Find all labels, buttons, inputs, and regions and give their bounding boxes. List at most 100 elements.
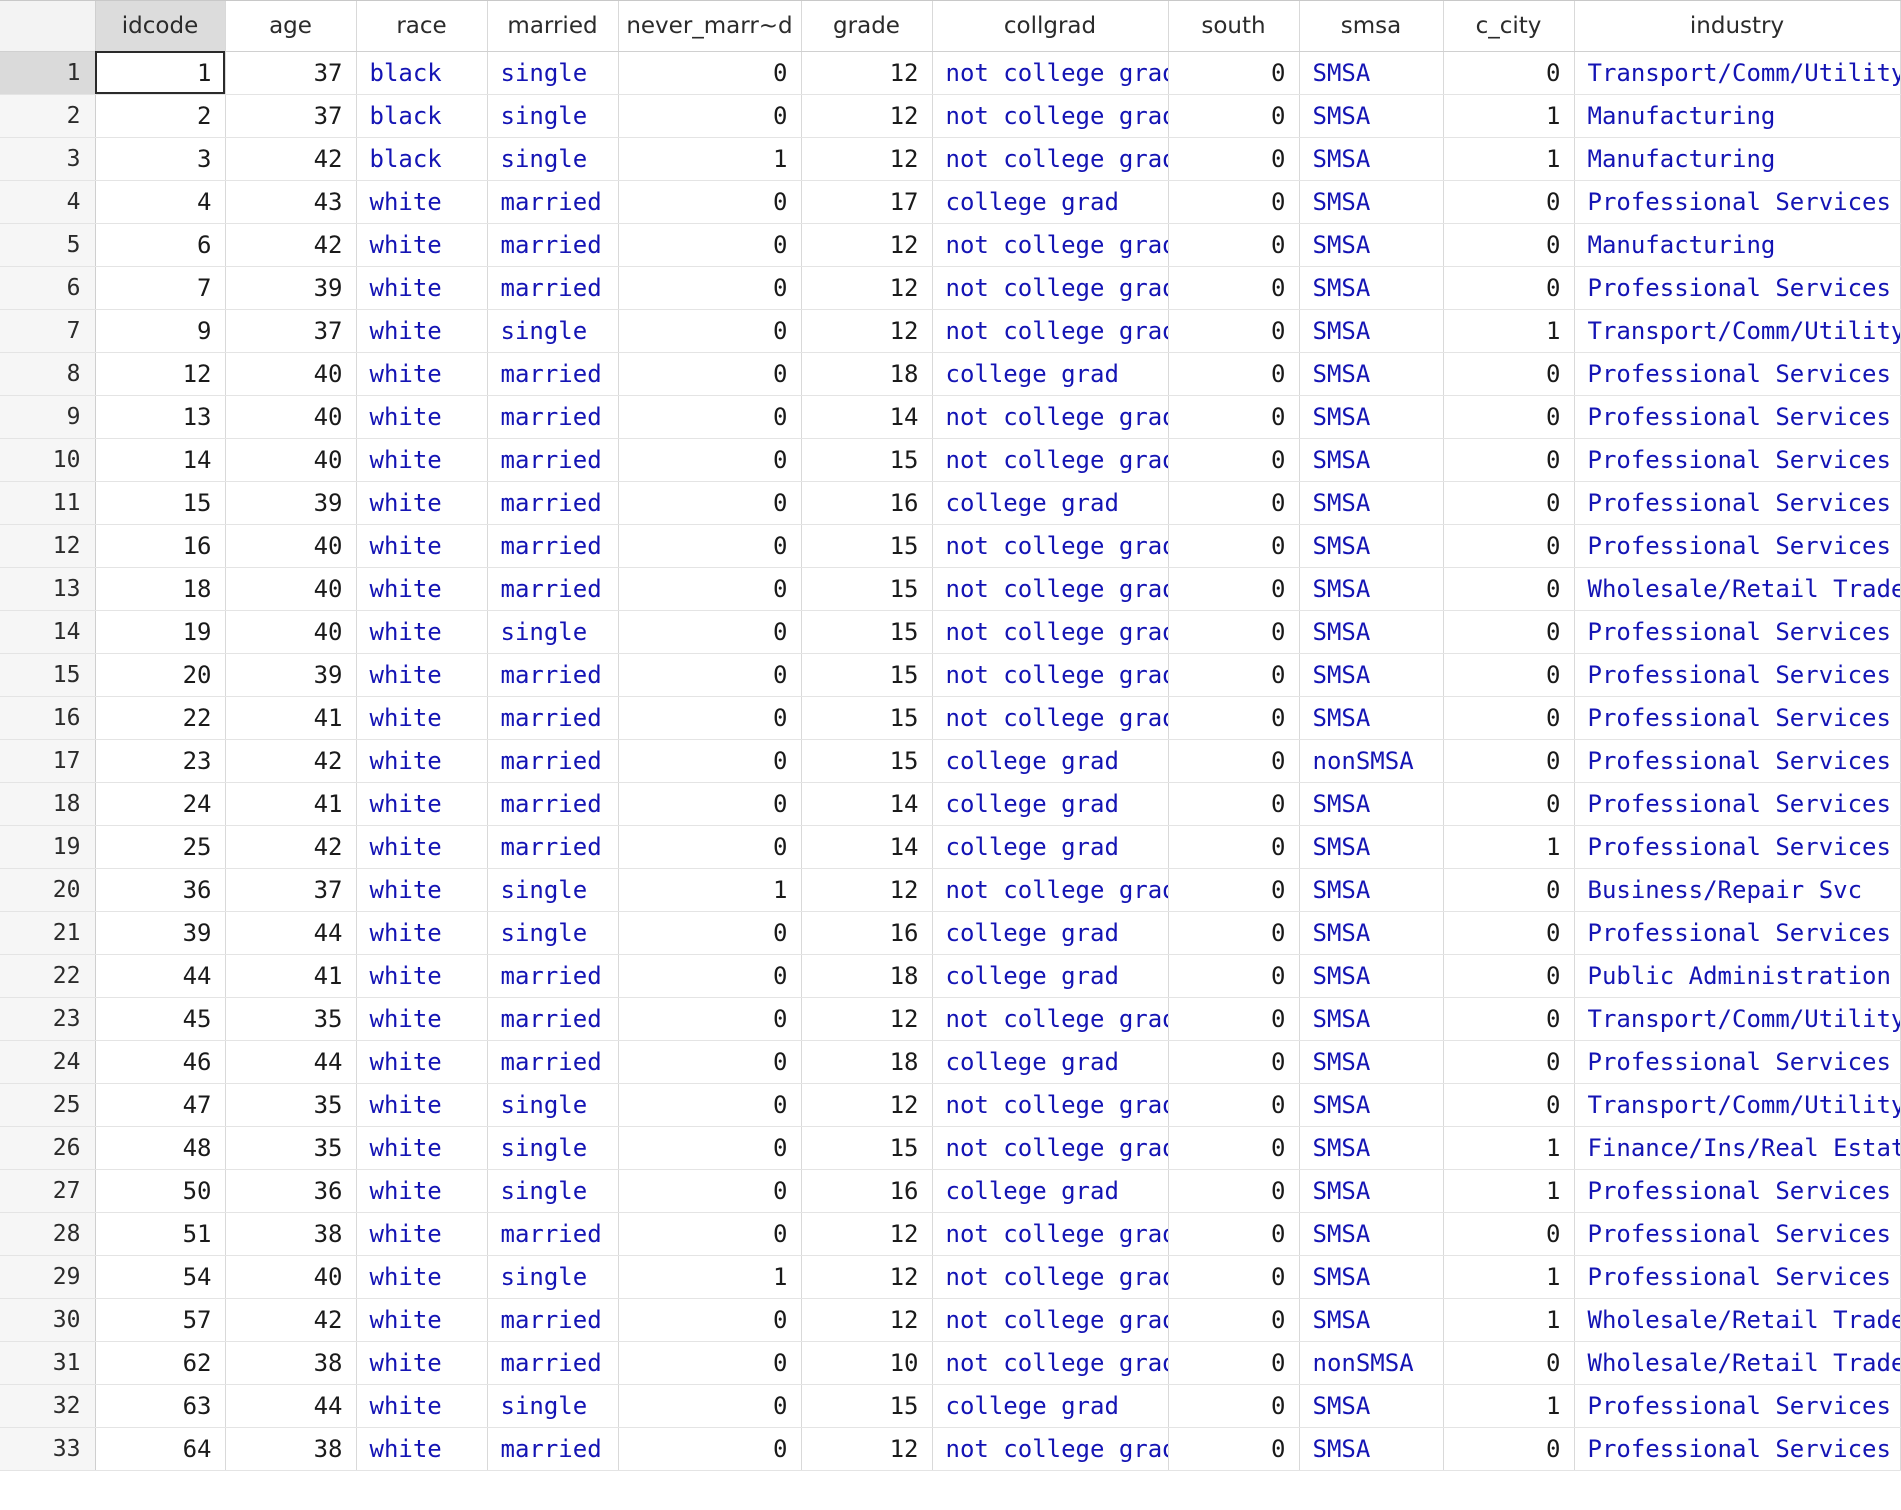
- cell-idcode[interactable]: 19: [95, 610, 226, 654]
- cell-married[interactable]: married: [487, 954, 619, 998]
- cell-smsa[interactable]: SMSA: [1299, 1083, 1444, 1127]
- cell-smsa[interactable]: SMSA: [1299, 782, 1444, 826]
- cell-grade[interactable]: 12: [801, 1298, 933, 1342]
- cell-idcode[interactable]: 36: [95, 868, 226, 912]
- cell-race[interactable]: white: [356, 868, 488, 912]
- column-header-c-city[interactable]: c_city: [1443, 1, 1575, 52]
- cell-race[interactable]: white: [356, 567, 488, 611]
- cell-idcode[interactable]: 48: [95, 1126, 226, 1170]
- cell-c-city[interactable]: 0: [1443, 266, 1575, 310]
- cell-south[interactable]: 0: [1168, 481, 1300, 525]
- cell-race[interactable]: white: [356, 481, 488, 525]
- cell-industry[interactable]: Wholesale/Retail Trade: [1574, 567, 1901, 611]
- cell-married[interactable]: married: [487, 1212, 619, 1256]
- cell-age[interactable]: 40: [225, 395, 357, 439]
- row-number[interactable]: 12: [0, 524, 96, 568]
- cell-race[interactable]: white: [356, 524, 488, 568]
- cell-collgrad[interactable]: not college grad: [932, 1212, 1169, 1256]
- row-number[interactable]: 28: [0, 1212, 96, 1256]
- cell-south[interactable]: 0: [1168, 309, 1300, 353]
- cell-c-city[interactable]: 0: [1443, 1083, 1575, 1127]
- cell-grade[interactable]: 15: [801, 696, 933, 740]
- cell-idcode[interactable]: 22: [95, 696, 226, 740]
- cell-south[interactable]: 0: [1168, 438, 1300, 482]
- cell-idcode[interactable]: 15: [95, 481, 226, 525]
- cell-south[interactable]: 0: [1168, 137, 1300, 181]
- cell-collgrad[interactable]: not college grad: [932, 1341, 1169, 1385]
- cell-age[interactable]: 35: [225, 997, 357, 1041]
- cell-industry[interactable]: Transport/Comm/Utility: [1574, 1083, 1901, 1127]
- cell-married[interactable]: married: [487, 395, 619, 439]
- cell-race[interactable]: white: [356, 954, 488, 998]
- column-header-industry[interactable]: industry: [1574, 1, 1901, 52]
- row-number[interactable]: 16: [0, 696, 96, 740]
- cell-never-married[interactable]: 0: [618, 954, 802, 998]
- cell-race[interactable]: white: [356, 1384, 488, 1428]
- cell-grade[interactable]: 15: [801, 610, 933, 654]
- cell-collgrad[interactable]: not college grad: [932, 997, 1169, 1041]
- cell-collgrad[interactable]: college grad: [932, 1040, 1169, 1084]
- cell-grade[interactable]: 15: [801, 438, 933, 482]
- cell-collgrad[interactable]: not college grad: [932, 567, 1169, 611]
- cell-grade[interactable]: 17: [801, 180, 933, 224]
- cell-industry[interactable]: Professional Services: [1574, 782, 1901, 826]
- cell-race[interactable]: white: [356, 1083, 488, 1127]
- cell-c-city[interactable]: 0: [1443, 1427, 1575, 1471]
- cell-never-married[interactable]: 1: [618, 1255, 802, 1299]
- cell-age[interactable]: 44: [225, 1384, 357, 1428]
- cell-race[interactable]: black: [356, 51, 488, 95]
- cell-south[interactable]: 0: [1168, 524, 1300, 568]
- cell-smsa[interactable]: nonSMSA: [1299, 1341, 1444, 1385]
- row-number[interactable]: 20: [0, 868, 96, 912]
- cell-grade[interactable]: 12: [801, 868, 933, 912]
- cell-grade[interactable]: 18: [801, 352, 933, 396]
- cell-industry[interactable]: Professional Services: [1574, 610, 1901, 654]
- row-number[interactable]: 14: [0, 610, 96, 654]
- cell-industry[interactable]: Manufacturing: [1574, 94, 1901, 138]
- row-number[interactable]: 23: [0, 997, 96, 1041]
- cell-grade[interactable]: 16: [801, 1169, 933, 1213]
- cell-smsa[interactable]: SMSA: [1299, 653, 1444, 697]
- cell-industry[interactable]: Professional Services: [1574, 1212, 1901, 1256]
- cell-never-married[interactable]: 0: [618, 567, 802, 611]
- cell-never-married[interactable]: 0: [618, 223, 802, 267]
- cell-grade[interactable]: 12: [801, 223, 933, 267]
- cell-c-city[interactable]: 1: [1443, 1298, 1575, 1342]
- cell-never-married[interactable]: 0: [618, 481, 802, 525]
- cell-industry[interactable]: Finance/Ins/Real Estate: [1574, 1126, 1901, 1170]
- cell-c-city[interactable]: 0: [1443, 481, 1575, 525]
- cell-idcode[interactable]: 20: [95, 653, 226, 697]
- cell-collgrad[interactable]: not college grad: [932, 51, 1169, 95]
- cell-grade[interactable]: 14: [801, 782, 933, 826]
- row-number[interactable]: 11: [0, 481, 96, 525]
- cell-industry[interactable]: Professional Services: [1574, 481, 1901, 525]
- cell-married[interactable]: single: [487, 309, 619, 353]
- cell-south[interactable]: 0: [1168, 954, 1300, 998]
- cell-age[interactable]: 37: [225, 309, 357, 353]
- cell-age[interactable]: 40: [225, 524, 357, 568]
- cell-race[interactable]: white: [356, 1255, 488, 1299]
- cell-married[interactable]: married: [487, 653, 619, 697]
- cell-c-city[interactable]: 0: [1443, 1040, 1575, 1084]
- cell-idcode[interactable]: 51: [95, 1212, 226, 1256]
- cell-south[interactable]: 0: [1168, 911, 1300, 955]
- cell-age[interactable]: 44: [225, 911, 357, 955]
- cell-idcode[interactable]: 13: [95, 395, 226, 439]
- cell-smsa[interactable]: SMSA: [1299, 94, 1444, 138]
- cell-married[interactable]: married: [487, 180, 619, 224]
- cell-age[interactable]: 40: [225, 1255, 357, 1299]
- cell-collgrad[interactable]: not college grad: [932, 309, 1169, 353]
- cell-never-married[interactable]: 0: [618, 1341, 802, 1385]
- row-number[interactable]: 2: [0, 94, 96, 138]
- cell-race[interactable]: white: [356, 395, 488, 439]
- column-header-idcode[interactable]: idcode: [95, 1, 226, 52]
- cell-smsa[interactable]: SMSA: [1299, 1212, 1444, 1256]
- cell-grade[interactable]: 15: [801, 1384, 933, 1428]
- cell-south[interactable]: 0: [1168, 1083, 1300, 1127]
- cell-c-city[interactable]: 0: [1443, 782, 1575, 826]
- column-header-married[interactable]: married: [487, 1, 619, 52]
- cell-smsa[interactable]: SMSA: [1299, 395, 1444, 439]
- row-number[interactable]: 18: [0, 782, 96, 826]
- cell-never-married[interactable]: 0: [618, 1126, 802, 1170]
- cell-idcode[interactable]: 18: [95, 567, 226, 611]
